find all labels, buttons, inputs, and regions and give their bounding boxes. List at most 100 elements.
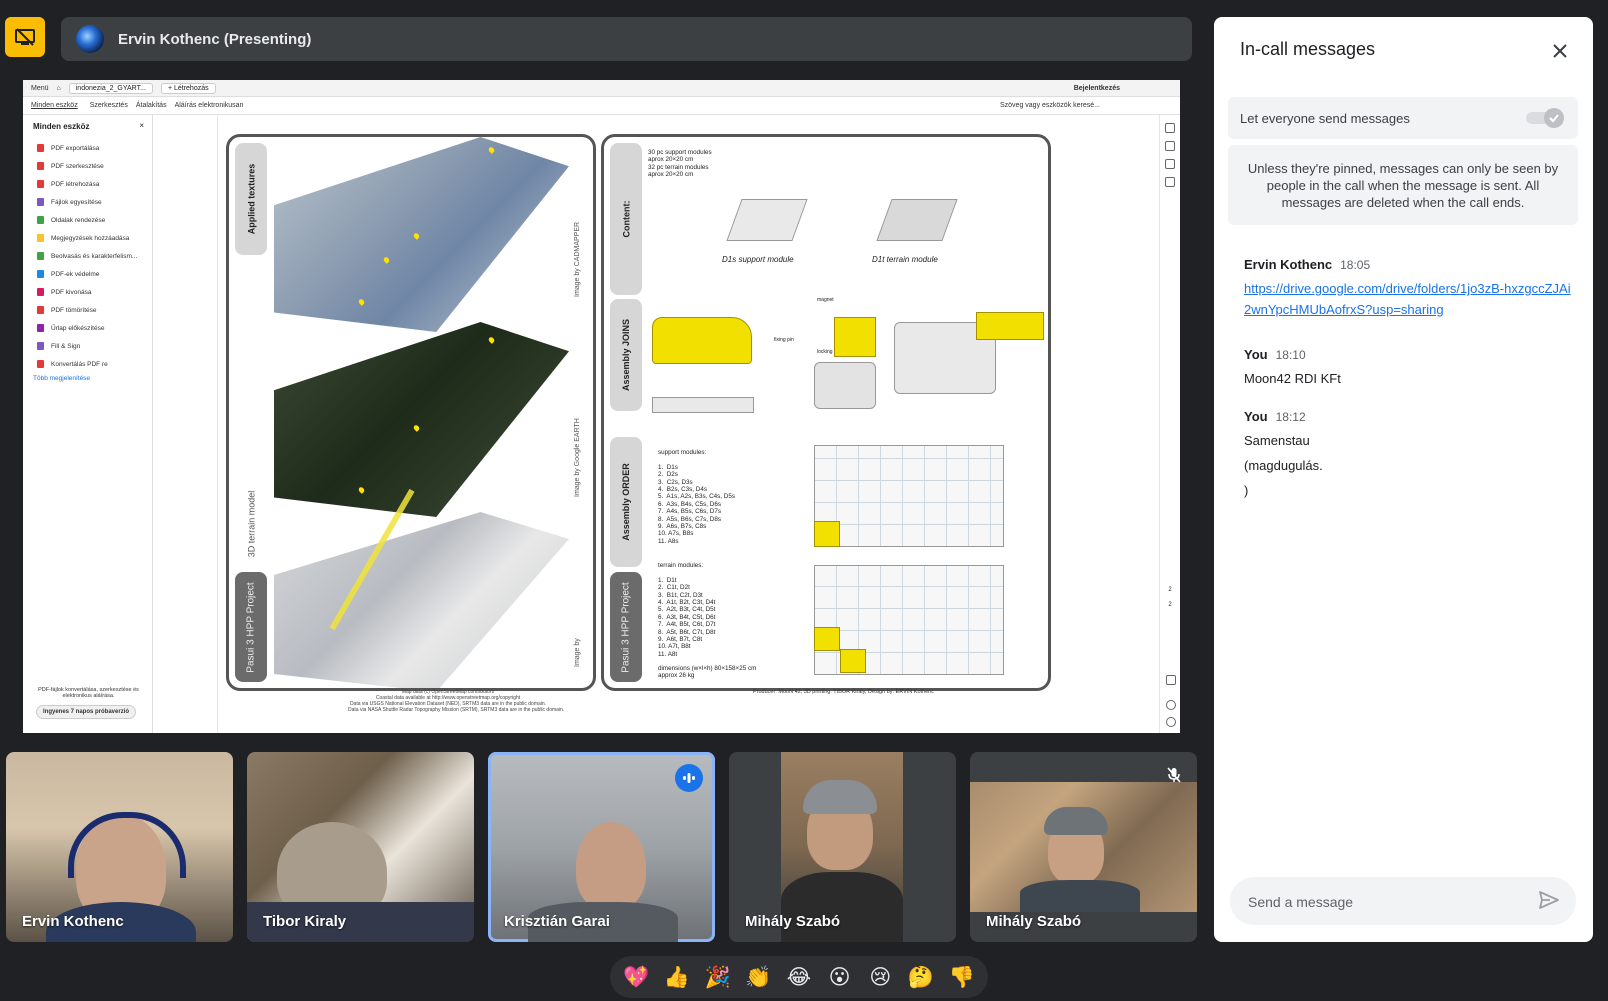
thumbs-down-icon[interactable]: 👎	[943, 958, 981, 996]
present-screen-icon[interactable]	[5, 17, 45, 57]
tool-icon	[37, 360, 44, 368]
pinned-info-note: Unless they're pinned, messages can only…	[1228, 145, 1578, 225]
participant-tile-active[interactable]: Krisztián Garai	[488, 752, 715, 942]
join-terrain-piece	[814, 362, 876, 409]
tool-label: Fill & Sign	[51, 342, 81, 350]
tool-icon	[37, 252, 44, 260]
presenter-name: Ervin Kothenc (Presenting)	[118, 30, 312, 48]
chat-message: Ervin Kothenc 18:05 https://drive.google.…	[1244, 257, 1574, 320]
message-sender: Ervin Kothenc	[1244, 257, 1333, 272]
menu-tab-esign[interactable]: Aláírás elektronikusan	[175, 102, 244, 109]
tool-item[interactable]: PDF kivonása	[37, 283, 152, 301]
doc-panel-right: Content: Assembly JOINS Assembly ORDER P…	[601, 134, 1051, 691]
viewer-toolbar: Menü ⌂ indonezia_2_GYART... + Létrehozás…	[23, 80, 1180, 97]
message-link[interactable]: https://drive.google.com/drive/folders/1…	[1244, 278, 1574, 320]
comment-icon[interactable]	[1165, 123, 1175, 133]
page-number-total: 2	[1168, 602, 1172, 608]
support-module-image	[726, 199, 808, 241]
terrain-textures-image	[274, 137, 569, 332]
rotate-icon[interactable]	[1166, 675, 1176, 685]
message-text: Moon42 RDI KFt	[1244, 371, 1341, 386]
menu-tab-all-tools[interactable]: Minden eszköz	[31, 102, 78, 109]
tool-icon	[37, 342, 44, 350]
audio-level-icon	[683, 773, 695, 783]
message-input-box	[1230, 877, 1576, 925]
tool-label: PDF tömörítése	[51, 306, 97, 314]
home-icon[interactable]: ⌂	[57, 85, 61, 92]
tool-icon	[37, 198, 44, 206]
screen-share-off-icon	[15, 28, 35, 46]
tool-icon	[37, 180, 44, 188]
sparkling-heart-icon[interactable]: 💖	[617, 958, 655, 996]
zoom-in-icon[interactable]	[1166, 700, 1176, 710]
participant-tile[interactable]: Mihály Szabó	[970, 752, 1197, 942]
signin-link[interactable]: Bejelentkezés	[1074, 85, 1120, 92]
tool-label: PDF-ek védelme	[51, 270, 100, 278]
participant-tile[interactable]: Ervin Kothenc	[6, 752, 233, 942]
order-yellow-block	[840, 649, 866, 673]
message-time: 18:12	[1275, 410, 1306, 424]
tool-item[interactable]: Űrlap előkészítése	[37, 319, 152, 337]
document-tab[interactable]: indonezia_2_GYART...	[68, 82, 153, 94]
tool-item[interactable]: Oldalak rendezése	[37, 211, 152, 229]
doc-panel-left: Applied textures 3D terrain model Pasui …	[226, 134, 596, 691]
check-icon	[1549, 114, 1559, 123]
participant-name: Krisztián Garai	[504, 913, 610, 930]
pages-icon[interactable]	[1165, 159, 1175, 169]
caption-terrain-module: D1t terrain module	[872, 255, 938, 264]
label-assembly-joins: Assembly JOINS	[610, 299, 642, 411]
message-input[interactable]	[1246, 891, 1530, 913]
support-modules-list: support modules: 1. D1s 2. D2s 3. C2s, D…	[658, 449, 735, 545]
tool-item[interactable]: PDF exportálása	[37, 139, 152, 157]
chat-close-button[interactable]	[1546, 37, 1574, 65]
zoom-out-icon[interactable]	[1166, 717, 1176, 727]
party-popper-icon[interactable]: 🎉	[699, 958, 737, 996]
tool-item[interactable]: PDF szerkesztése	[37, 157, 152, 175]
tool-icon	[37, 306, 44, 314]
new-tab-button[interactable]: + Létrehozás	[160, 82, 216, 94]
send-button[interactable]	[1538, 890, 1562, 912]
map-credits-footer: Map data (c) OpenStreetMap contributors …	[348, 689, 565, 713]
terrain-earth-image	[274, 322, 569, 517]
clapping-hands-icon[interactable]: 👏	[739, 958, 777, 996]
tool-item[interactable]: Konvertálás PDF re	[37, 355, 152, 373]
tools-close-icon[interactable]: ×	[139, 121, 144, 130]
tears-of-joy-icon[interactable]: 😂	[780, 958, 818, 996]
attach-icon[interactable]	[1165, 177, 1175, 187]
chat-message: You 18:12 Samenstau (magdugulás. )	[1244, 409, 1574, 501]
tool-label: Fájlok egyesítése	[51, 198, 102, 206]
participant-tile[interactable]: Mihály Szabó	[729, 752, 956, 942]
viewer-search[interactable]: Szöveg vagy eszközök keresé...	[1000, 102, 1100, 109]
tools-more-link[interactable]: Több megjelenítése	[33, 375, 152, 382]
tool-item[interactable]: PDF-ek védelme	[37, 265, 152, 283]
thumbs-up-icon[interactable]: 👍	[658, 958, 696, 996]
menu-tab-convert[interactable]: Átalakítás	[136, 102, 167, 109]
tool-item[interactable]: PDF létrehozása	[37, 175, 152, 193]
thinking-face-icon[interactable]: 🤔	[902, 958, 940, 996]
message-time: 18:10	[1275, 348, 1306, 362]
credit-google-earth: Image by Google EARTH	[574, 418, 581, 497]
close-icon	[1553, 44, 1567, 58]
label-applied-textures: Applied textures	[235, 143, 267, 255]
tool-item[interactable]: Fájlok egyesítése	[37, 193, 152, 211]
join-yellow-top	[976, 312, 1044, 340]
tool-item[interactable]: Megjegyzések hozzáadása	[37, 229, 152, 247]
chat-message: You 18:10 Moon42 RDI KFt	[1244, 347, 1574, 389]
menu-tab-edit[interactable]: Szerkesztés	[90, 102, 128, 109]
join-label-locking: locking	[817, 349, 833, 355]
participant-tile[interactable]: Tibor Kiraly	[247, 752, 474, 942]
page-number-current: 2	[1168, 587, 1172, 593]
tool-item[interactable]: PDF tömörítése	[37, 301, 152, 319]
menu-button[interactable]: Menü	[31, 85, 49, 92]
tool-item[interactable]: Fill & Sign	[37, 337, 152, 355]
trial-button[interactable]: Ingyenes 7 napos próbaverzió	[36, 705, 137, 719]
participant-name: Ervin Kothenc	[22, 913, 124, 930]
crying-face-icon[interactable]: 😢	[861, 958, 899, 996]
bookmark-icon[interactable]	[1165, 141, 1175, 151]
allow-messages-toggle[interactable]	[1526, 108, 1564, 128]
shared-screen: Menü ⌂ indonezia_2_GYART... + Létrehozás…	[23, 80, 1180, 733]
surprised-face-icon[interactable]: 😮	[821, 958, 859, 996]
order-yellow-block	[814, 627, 840, 651]
tool-item[interactable]: Beolvasás és karakterfelism...	[37, 247, 152, 265]
participant-name: Mihály Szabó	[986, 913, 1082, 930]
